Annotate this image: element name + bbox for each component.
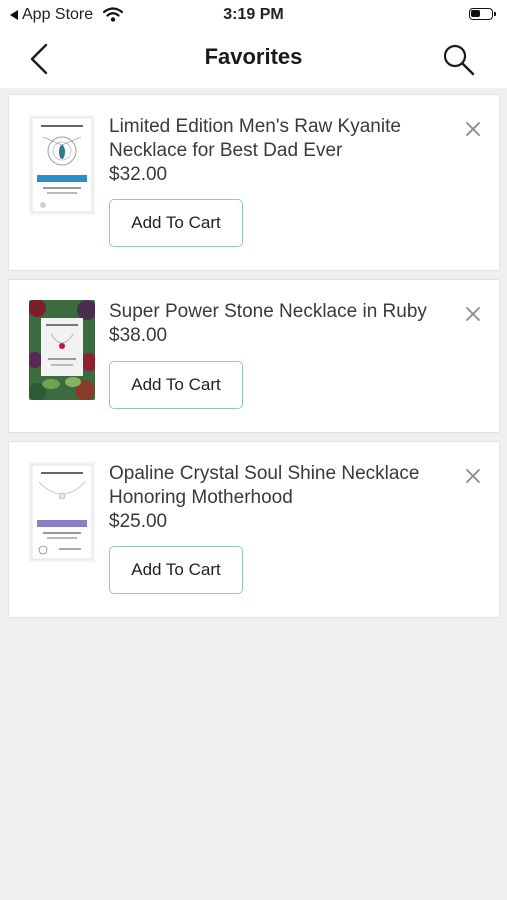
- product-image[interactable]: [29, 115, 95, 215]
- product-image[interactable]: [29, 300, 95, 400]
- product-title[interactable]: Super Power Stone Necklace in Ruby $38.0…: [109, 300, 459, 348]
- favorite-item: Limited Edition Men's Raw Kyanite Neckla…: [8, 94, 500, 271]
- product-title[interactable]: Opaline Crystal Soul Shine Necklace Hono…: [109, 462, 459, 534]
- product-name: Limited Edition Men's Raw Kyanite Neckla…: [109, 116, 401, 161]
- nav-bar: Favorites: [0, 30, 507, 88]
- favorite-item: Super Power Stone Necklace in Ruby $38.0…: [8, 279, 500, 433]
- status-bar: App Store 3:19 PM: [0, 0, 507, 30]
- battery-icon: [469, 8, 496, 20]
- status-time: 3:19 PM: [223, 6, 284, 23]
- add-to-cart-button[interactable]: Add To Cart: [109, 361, 243, 409]
- favorites-screen: App Store 3:19 PM Favorites Limited Edit…: [0, 0, 507, 900]
- product-title[interactable]: Limited Edition Men's Raw Kyanite Neckla…: [109, 115, 459, 187]
- search-icon[interactable]: [441, 42, 477, 78]
- favorite-item: Opaline Crystal Soul Shine Necklace Hono…: [8, 441, 500, 618]
- add-to-cart-button[interactable]: Add To Cart: [109, 546, 243, 594]
- product-price: $38.00: [109, 325, 168, 346]
- close-icon[interactable]: [465, 121, 481, 137]
- product-price: $25.00: [109, 511, 168, 532]
- product-name: Super Power Stone Necklace in Ruby: [109, 301, 427, 322]
- close-icon[interactable]: [465, 306, 481, 322]
- favorites-list: Limited Edition Men's Raw Kyanite Neckla…: [8, 94, 500, 626]
- product-name: Opaline Crystal Soul Shine Necklace Hono…: [109, 463, 420, 508]
- product-price: $32.00: [109, 164, 168, 185]
- page-title: Favorites: [204, 44, 303, 69]
- product-image[interactable]: [29, 462, 95, 562]
- close-icon[interactable]: [465, 468, 481, 484]
- top-bar: App Store 3:19 PM Favorites: [0, 0, 507, 88]
- add-to-cart-button[interactable]: Add To Cart: [109, 199, 243, 247]
